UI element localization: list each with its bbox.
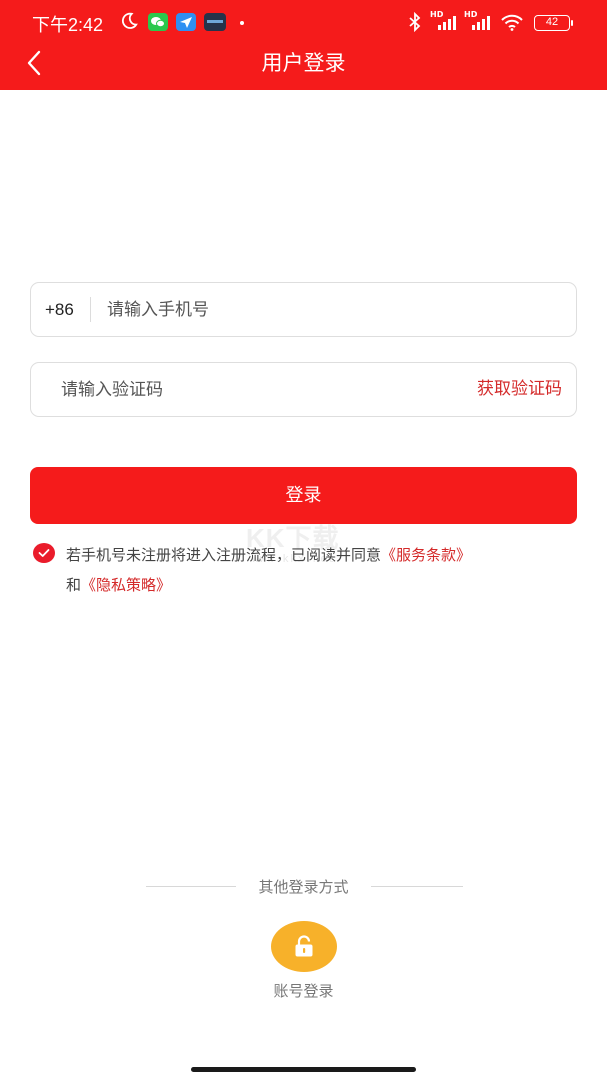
bluetooth-icon xyxy=(409,12,421,32)
check-icon xyxy=(38,549,50,557)
code-input[interactable] xyxy=(61,363,441,416)
home-indicator[interactable] xyxy=(191,1067,416,1072)
account-login-label[interactable]: 账号登录 xyxy=(0,980,607,1001)
status-bar: 下午2:42 HD HD 42 xyxy=(0,0,607,44)
divider xyxy=(90,297,91,322)
page-title: 用户登录 xyxy=(261,51,346,75)
get-code-button[interactable]: 获取验证码 xyxy=(477,363,562,416)
service-terms-link[interactable]: 《服务条款》 xyxy=(381,546,471,564)
login-button[interactable]: 登录 xyxy=(30,467,577,524)
code-field[interactable]: 获取验证码 xyxy=(30,362,577,417)
status-time: 下午2:42 xyxy=(32,15,104,35)
fly-icon xyxy=(176,13,196,31)
lock-icon xyxy=(295,935,313,957)
signal-icon: HD xyxy=(430,10,458,32)
news-icon xyxy=(204,13,226,31)
wifi-icon xyxy=(501,14,523,31)
agreement-and: 和 xyxy=(66,576,82,594)
battery-icon: 42 xyxy=(534,15,573,31)
phone-field[interactable]: +86 xyxy=(30,282,577,337)
moon-icon xyxy=(121,12,138,29)
agreement-checkbox[interactable] xyxy=(33,543,55,563)
battery-level: 42 xyxy=(545,16,559,28)
privacy-policy-link[interactable]: 《隐私策略》 xyxy=(81,576,171,594)
wechat-icon xyxy=(148,13,168,31)
country-code[interactable]: +86 xyxy=(45,283,74,336)
agreement-prefix: 若手机号未注册将进入注册流程，已阅读并同意 xyxy=(66,546,382,564)
signal-icon: HD xyxy=(464,10,492,32)
notification-dot xyxy=(240,21,244,25)
agreement-text: 若手机号未注册将进入注册流程，已阅读并同意《服务条款》 和《隐私策略》 xyxy=(66,540,566,600)
top-bar: 下午2:42 HD HD 42 用户登录 xyxy=(0,0,607,90)
phone-input[interactable] xyxy=(107,283,557,336)
other-login-title: 其他登录方式 xyxy=(258,878,349,896)
account-login-button[interactable] xyxy=(271,921,337,972)
